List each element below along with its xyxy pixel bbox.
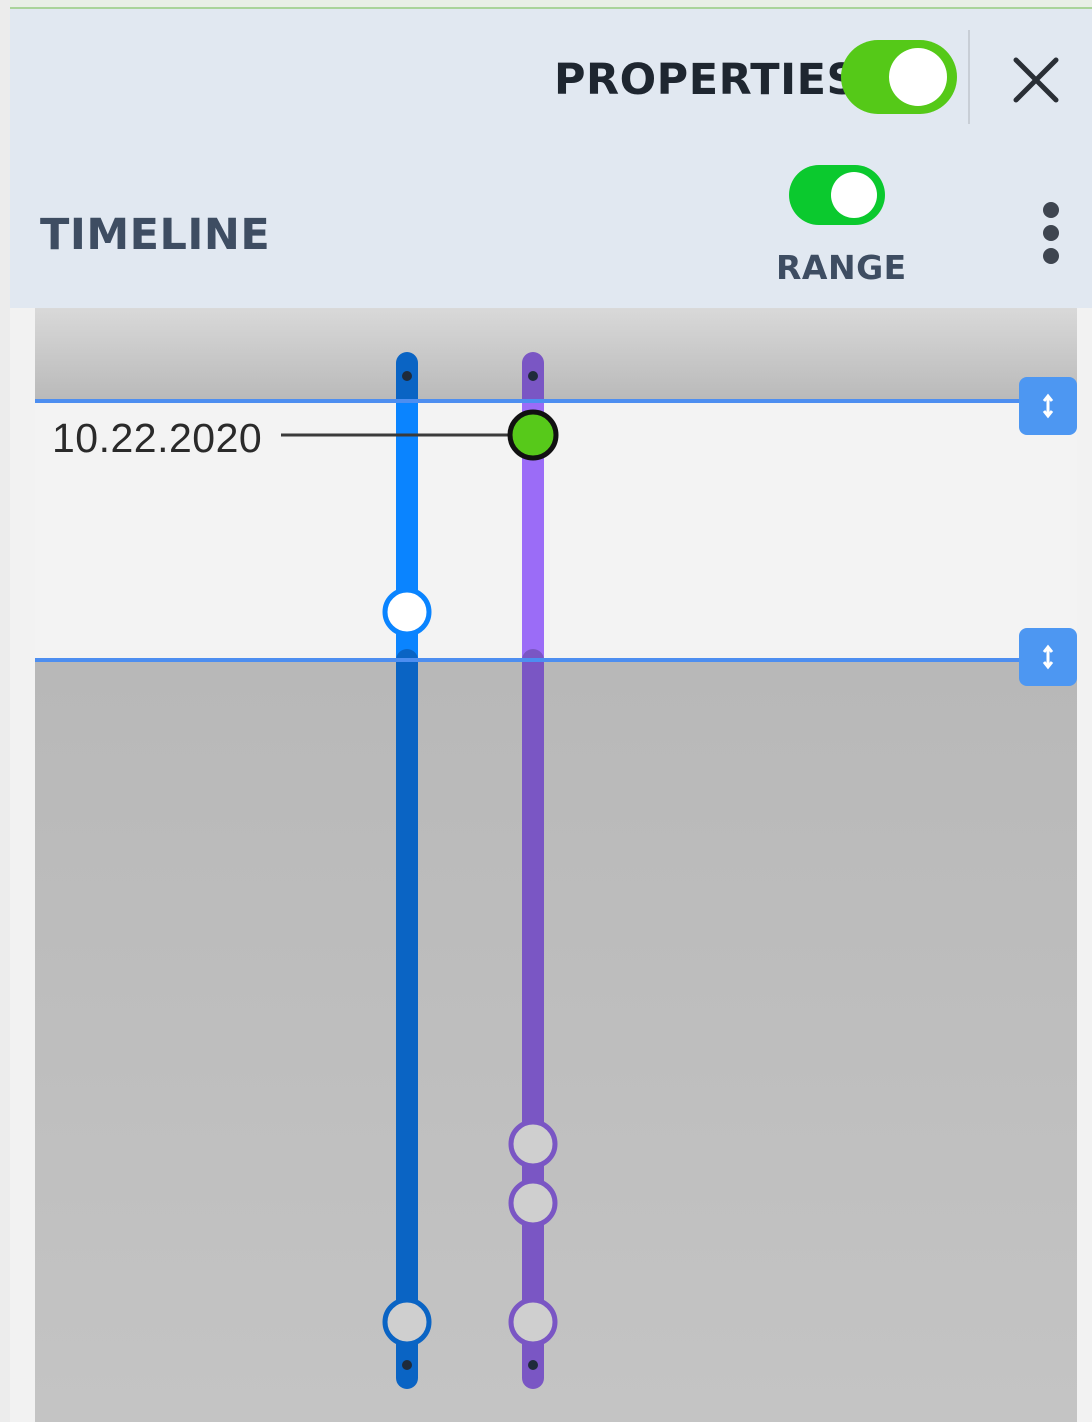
blue-track-start-dot	[402, 371, 412, 381]
header-divider	[968, 30, 970, 124]
purple-event-marker[interactable]	[508, 1178, 558, 1228]
range-start-handle[interactable]	[1019, 377, 1077, 435]
timeline-canvas[interactable]	[35, 308, 1077, 1422]
blue-event-marker[interactable]	[382, 587, 432, 637]
properties-toggle[interactable]	[841, 40, 957, 114]
range-label: RANGE	[776, 248, 907, 287]
blue-track-end-dot	[402, 1360, 412, 1370]
blue-event-marker[interactable]	[382, 1297, 432, 1347]
window-edge	[0, 0, 10, 1422]
purple-track-end-dot	[528, 1360, 538, 1370]
more-options-button[interactable]	[1034, 200, 1068, 266]
selected-date-label: 10.22.2020	[52, 415, 263, 461]
more-vertical-icon	[1043, 202, 1059, 218]
resize-vertical-icon	[1042, 393, 1054, 419]
selected-event-marker[interactable]	[507, 409, 559, 461]
close-icon	[1013, 57, 1059, 103]
range-toggle-knob	[831, 172, 877, 218]
window-top-border	[10, 0, 1092, 9]
range-end-handle[interactable]	[1019, 628, 1077, 686]
purple-event-marker[interactable]	[508, 1297, 558, 1347]
properties-toggle-knob	[889, 48, 947, 106]
timeline-title: TIMELINE	[40, 210, 271, 260]
more-vertical-icon-dot	[1043, 248, 1059, 264]
out-of-range-bottom	[35, 660, 1077, 1422]
purple-event-marker[interactable]	[508, 1119, 558, 1169]
out-of-range-top	[35, 308, 1077, 401]
resize-vertical-icon	[1042, 644, 1054, 670]
more-vertical-icon-dot	[1043, 225, 1059, 241]
range-toggle[interactable]	[789, 165, 885, 225]
close-button[interactable]	[1008, 52, 1064, 108]
properties-label: PROPERTIES	[554, 55, 858, 105]
purple-track-start-dot	[528, 371, 538, 381]
